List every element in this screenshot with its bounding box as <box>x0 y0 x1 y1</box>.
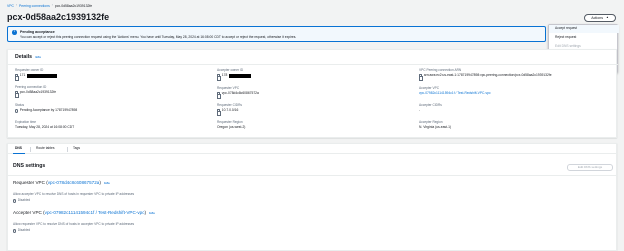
requester-vpc-heading: Requester VPC (vpc-078d4c8c60867572a) In… <box>13 180 110 186</box>
arn-value: arn:aws:ec2:us-east-1:178719947898:vpc-p… <box>418 73 552 82</box>
requester-cidrs-text: 10.7.0.0/16 <box>221 108 239 112</box>
details-title: Details <box>15 54 33 60</box>
requester-dns-state-text: Disabled <box>17 198 31 202</box>
chevron-right-icon: › <box>15 3 18 8</box>
breadcrumb-current: pcx-0d58aa2c1939132fe <box>54 3 93 8</box>
accepter-owner-id-label: Accepter owner ID <box>217 68 244 72</box>
details-info-link[interactable]: Info <box>35 55 41 59</box>
peering-connection-id-text: pcx-0d58aa2c1939132fe <box>19 90 57 94</box>
accepter-vpc-heading: Accepter VPC (vpc-07982c11141594c1f / Te… <box>13 210 155 216</box>
dns-settings-title: DNS settings <box>13 163 46 169</box>
pending-acceptance-banner: i Pending acceptance You can accept or r… <box>7 26 546 42</box>
actions-button[interactable]: Actions ▲ <box>584 14 616 22</box>
menu-item-reject-request[interactable]: Reject request <box>555 35 576 40</box>
copy-icon[interactable] <box>216 74 222 82</box>
tab-separator <box>30 146 31 152</box>
requester-vpc-heading-prefix: Requester VPC ( <box>13 180 48 185</box>
accepter-vpc-info-link[interactable]: Info <box>149 211 155 215</box>
copy-icon[interactable] <box>14 74 20 82</box>
banner-text: You can accept or reject this peering co… <box>20 35 297 39</box>
status-text: Pending Acceptance by 178719947898 <box>19 108 78 112</box>
status-value: Pending Acceptance by 178719947898 <box>15 108 78 113</box>
divider <box>8 175 618 176</box>
requester-dns-state: × Disabled <box>13 198 31 203</box>
requester-vpc-value: vpc-078d4c8c60867572a <box>216 91 259 100</box>
active-tab-indicator <box>13 152 25 154</box>
banner-title: Pending acceptance <box>20 30 55 34</box>
accepter-dns-state: × Disabled <box>13 228 31 233</box>
redaction-bar <box>26 74 57 78</box>
copy-icon[interactable] <box>14 91 20 99</box>
accepter-dns-state-text: Disabled <box>17 228 31 232</box>
redaction-bar <box>228 74 251 78</box>
details-panel: Details Info Requester owner ID 171 Peer… <box>7 49 618 138</box>
breadcrumb-vpc[interactable]: VPC <box>7 4 14 8</box>
accepter-owner-id-text: 178 <box>221 73 228 77</box>
requester-region-value: Oregon (us-west-2) <box>217 125 246 129</box>
breadcrumb: VPC › Peering connections › pcx-0d58aa2c… <box>7 3 92 9</box>
info-icon: i <box>12 29 17 35</box>
copy-icon[interactable] <box>216 109 222 117</box>
accepter-owner-id-value: 178 <box>216 73 251 82</box>
arn-text: arn:aws:ec2:us-east-1:178719947898:vpc-p… <box>423 73 552 77</box>
requester-owner-id-text: 171 <box>19 73 26 77</box>
expiration-time-value: Tuesday, May 28, 2024 at 16:08:00 CDT <box>15 125 75 129</box>
breadcrumb-peering-connections[interactable]: Peering connections <box>19 4 50 8</box>
accepter-dns-description: Allow requester VPC to resolve DNS of ho… <box>13 222 135 226</box>
accepter-region-value: N. Virginia (us-east-1) <box>419 125 452 129</box>
actions-button-label: Actions <box>591 15 603 20</box>
disabled-x-icon: × <box>13 199 17 203</box>
requester-vpc-heading-suffix: ) <box>99 180 101 185</box>
chevron-right-icon: › <box>51 3 53 8</box>
accepter-vpc-link[interactable]: vpc-07982c11141594c1f / Test-Redshift-VP… <box>419 91 491 96</box>
tab-bar: DNS Route tables Tags <box>8 144 618 154</box>
tab-tags[interactable]: Tags <box>73 146 80 151</box>
pending-status-icon <box>15 109 19 113</box>
page-title: pcx-0d58aa2c1939132fe <box>7 12 110 22</box>
accepter-vpc-heading-link[interactable]: vpc-07982c11141594c1f / Test-Redshift-VP… <box>45 210 145 215</box>
divider <box>8 64 618 65</box>
requester-owner-id-value: 171 <box>14 73 57 82</box>
requester-vpc-heading-link[interactable]: vpc-078d4c8c60867572a <box>48 180 100 185</box>
edit-dns-settings-button: Edit DNS settings <box>567 164 613 171</box>
peering-connection-id-value: pcx-0d58aa2c1939132fe <box>14 90 57 99</box>
accepter-vpc-heading-prefix: Accepter VPC ( <box>13 210 45 215</box>
tab-dns[interactable]: DNS <box>15 146 22 151</box>
requester-dns-description: Allow accepter VPC to resolve DNS of hos… <box>13 192 135 196</box>
disabled-x-icon: × <box>13 229 17 233</box>
copy-icon[interactable] <box>216 92 222 100</box>
requester-vpc-info-link[interactable]: Info <box>104 181 110 185</box>
accepter-cidrs-label: Accepter CIDRs <box>419 103 442 107</box>
caret-up-icon: ▲ <box>606 15 609 20</box>
requester-cidrs-value: 10.7.0.0/16 <box>216 108 239 117</box>
copy-icon[interactable] <box>418 74 424 82</box>
accepter-cidrs-value: - <box>419 108 421 112</box>
tab-route-tables[interactable]: Route tables <box>36 146 55 151</box>
menu-item-accept-request[interactable]: Accept request <box>549 25 619 33</box>
tab-separator <box>67 146 68 152</box>
tabs-panel: DNS Route tables Tags DNS settings Edit … <box>7 143 618 251</box>
accepter-vpc-heading-suffix: ) <box>144 210 147 215</box>
requester-vpc-text: vpc-078d4c8c60867572a <box>221 91 259 95</box>
details-header: Details Info <box>15 54 41 60</box>
